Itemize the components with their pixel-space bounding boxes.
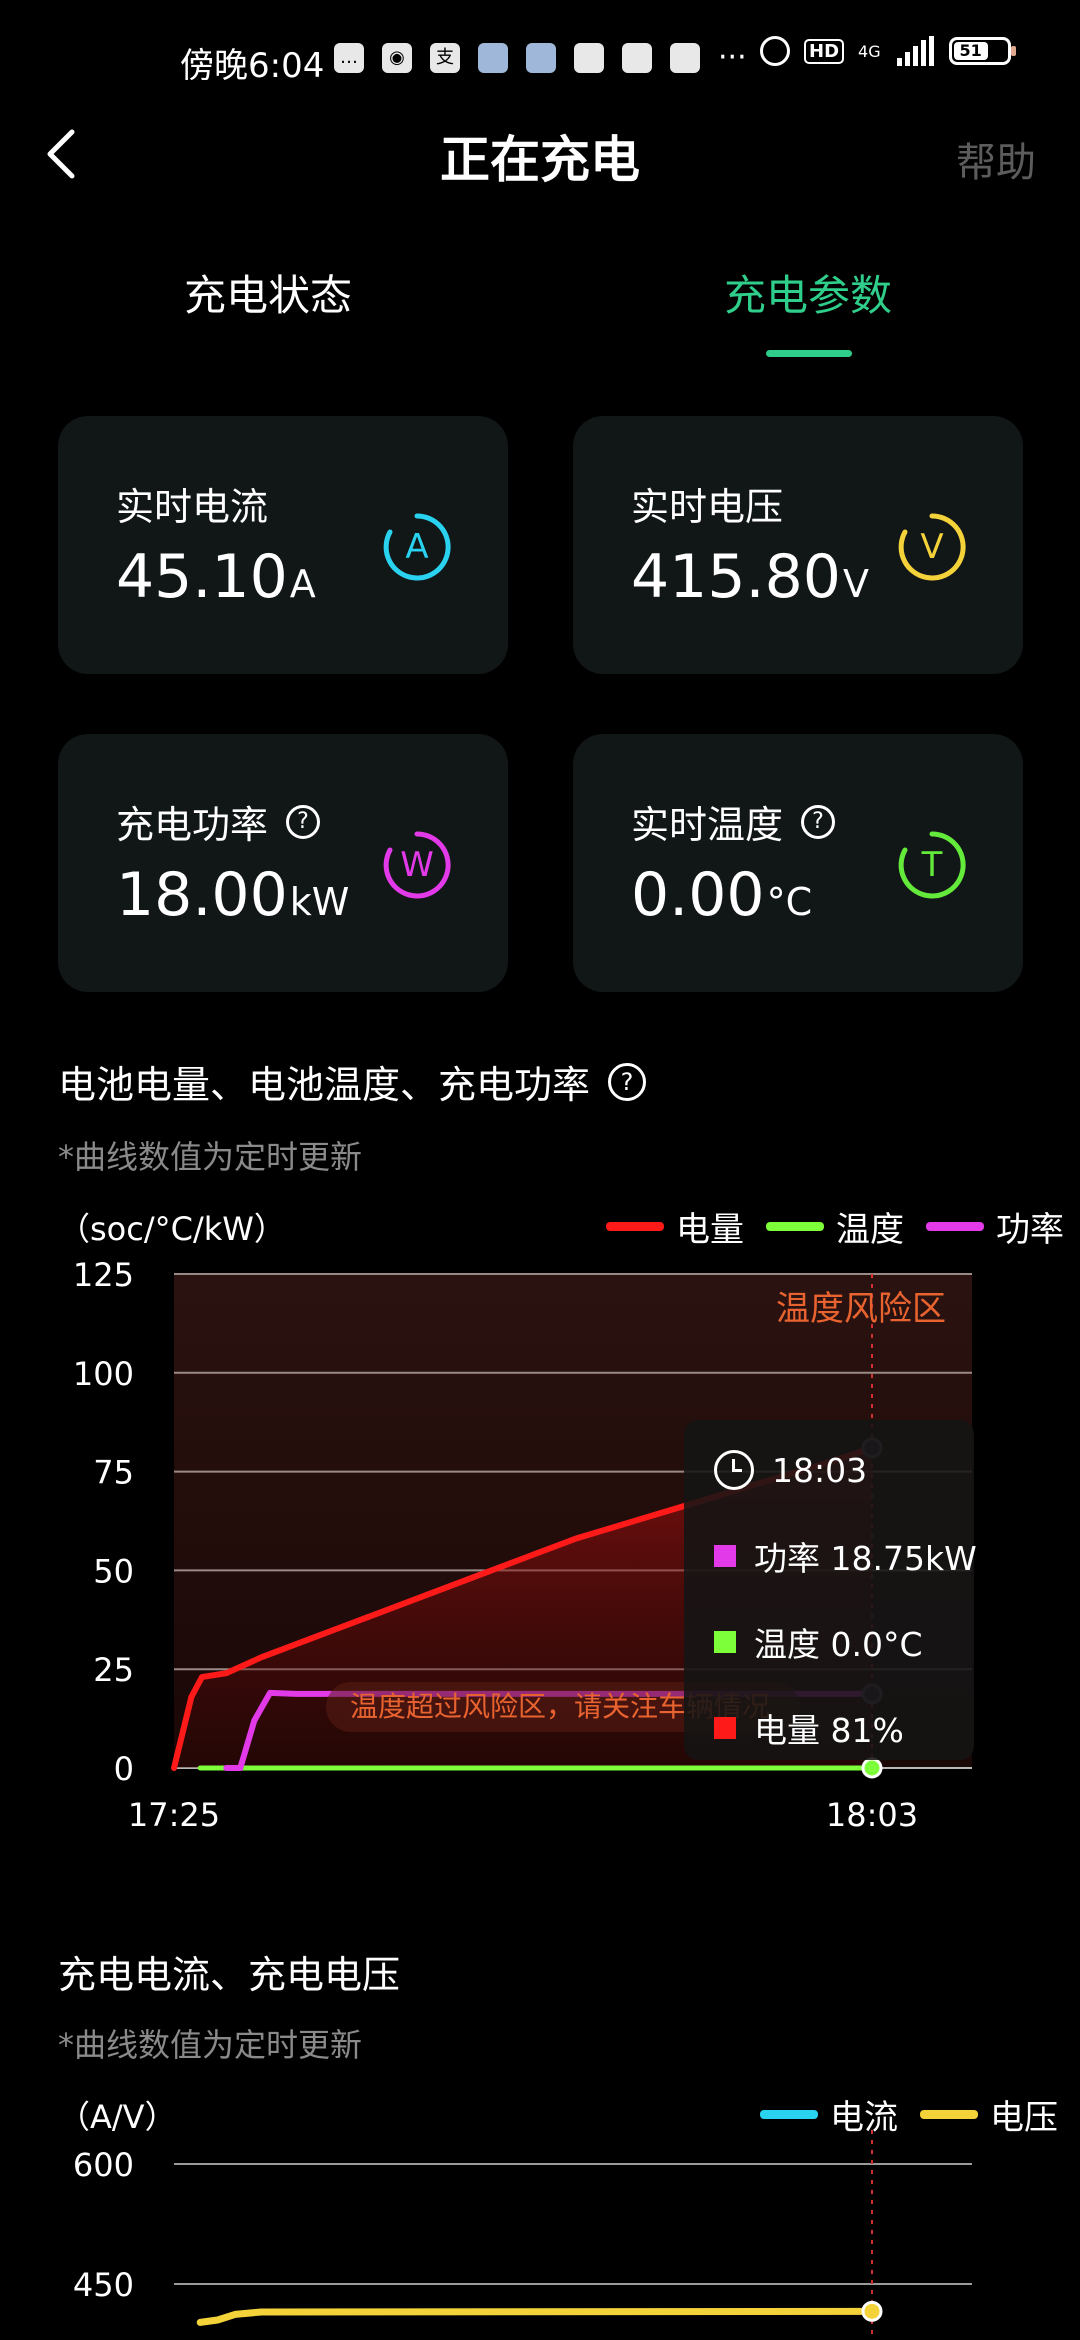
signal-icon [896,36,934,66]
notification-icons: … ◉ 支 ··· [334,40,747,75]
temperature-square-icon [714,1631,736,1653]
legend-swatch-soc [606,1222,664,1231]
battery-icon: 51 [948,37,1016,65]
page-title: 正在充电 [440,131,640,189]
chart1-note: *曲线数值为定时更新 [58,1138,363,1176]
watt-icon: W [383,831,451,899]
volt-icon: V [898,513,966,581]
tooltip-time: 18:03 [772,1450,868,1490]
chart2: 450 600 [73,2130,972,2340]
tooltip-soc: 电量 81% [754,1711,904,1750]
alarm-icon [760,36,790,66]
chart2-note: *曲线数值为定时更新 [58,2026,363,2064]
legend-swatch-temperature [766,1222,824,1231]
card-label: 实时电流 [116,485,269,529]
wechat-icon: ◉ [382,42,412,73]
temperature-value: 0.00°C [631,860,813,930]
status-bar: 傍晚6:04 … ◉ 支 ··· HD 4G 51 [0,0,1080,120]
more-icon: ··· [718,40,747,75]
x-tick-label: 18:03 [826,1796,918,1834]
svg-text:V: V [920,527,943,567]
temperature-card: 实时温度? 0.00°C T [573,734,1023,992]
svg-text:T: T [921,845,943,885]
app-icon [574,42,604,73]
current-card: 实时电流 45.10A A [58,416,508,674]
power-card: 充电功率? 18.00kW W [58,734,508,992]
current-value: 45.10A [116,542,316,612]
app-icon [526,42,556,73]
tooltip-temperature: 温度 0.0°C [754,1625,923,1664]
chart2-title: 充电电流、充电电压 [58,1953,401,1997]
hd-icon: HD [804,38,845,64]
voltage-line [196,2307,876,2326]
card-label: 实时电压 [631,485,784,529]
x-tick-label: 17:25 [128,1796,220,1834]
power-value: 18.00kW [116,860,350,930]
voltage-value: 415.80V [631,542,869,612]
tooltip-power: 功率 18.75kW [754,1539,977,1578]
y-tick-label: 50 [93,1552,134,1590]
battery-level: 51 [953,42,988,60]
tab-charging-params[interactable]: 充电参数 [724,262,892,323]
card-label: 实时温度? [631,794,836,849]
clock-icon [714,1450,754,1490]
system-icons: HD 4G 51 [760,36,1016,66]
svg-text:W: W [400,845,434,885]
help-icon[interactable]: ? [608,1062,647,1101]
message-icon: … [334,42,364,73]
power-square-icon [714,1545,736,1567]
cursor-point [861,1757,883,1779]
y-tick-label: 0 [114,1750,134,1788]
tab-charging-status[interactable]: 充电状态 [184,262,352,323]
network-type: 4G [858,41,881,61]
help-link[interactable]: 帮助 [956,130,1036,188]
y-tick-label: 125 [73,1256,134,1294]
card-label: 充电功率? [116,794,321,849]
y-tick-label: 600 [73,2146,134,2184]
svg-text:A: A [405,527,428,567]
chart1-title: 电池电量、电池温度、充电功率 ? [58,1054,647,1109]
app-icon [478,42,508,73]
soc-square-icon [714,1717,736,1739]
cursor-point [861,2300,883,2322]
legend-swatch-voltage [920,2110,978,2119]
voltage-card: 实时电压 415.80V V [573,416,1023,674]
alipay-icon: 支 [430,42,460,73]
status-time: 傍晚6:04 [180,46,325,86]
y-tick-label: 100 [73,1355,134,1393]
tab-indicator [766,350,852,357]
y-tick-label: 25 [93,1651,134,1689]
help-icon[interactable]: ? [801,804,836,839]
y-tick-label: 450 [73,2266,134,2304]
legend-swatch-power [926,1222,984,1231]
help-icon[interactable]: ? [286,804,321,839]
app-icon [622,42,652,73]
app-icon [670,42,700,73]
ampere-icon: A [383,513,451,581]
risk-zone-label: 温度风险区 [776,1289,946,1329]
y-tick-label: 75 [93,1454,134,1492]
chart-tooltip: 18:03 功率 18.75kW 温度 0.0°C 电量 81% [684,1420,977,1760]
thermometer-icon: T [898,831,966,899]
legend-swatch-current [760,2110,818,2119]
